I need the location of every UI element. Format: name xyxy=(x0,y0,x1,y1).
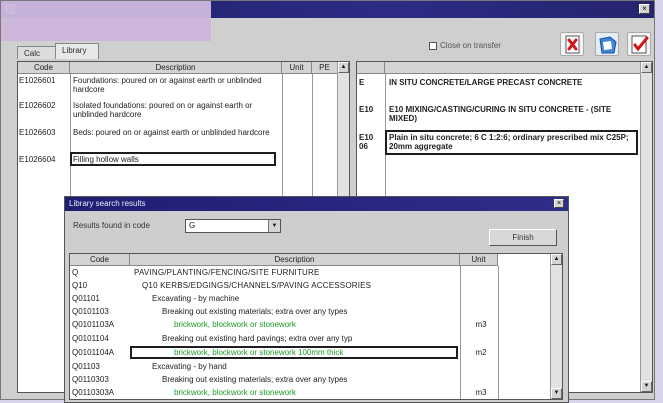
row-description: Foundations: poured on or against earth … xyxy=(73,76,262,94)
col-header-description[interactable]: Description xyxy=(130,254,460,266)
table-row[interactable]: E10 E10 MIXING/CASTING/CURING IN SITU CO… xyxy=(357,105,642,125)
table-row[interactable]: E IN SITU CONCRETE/LARGE PRECAST CONCRET… xyxy=(357,78,642,98)
col-header-unit[interactable]: Unit xyxy=(282,62,312,74)
row-description: Beds: poured on or against earth or unbl… xyxy=(73,128,270,137)
results-found-label: Results found in code xyxy=(73,221,150,230)
finish-button[interactable]: Finish xyxy=(489,229,557,246)
row-code: E1026604 xyxy=(19,155,56,164)
row-description: Breaking out existing materials; extra o… xyxy=(162,375,348,384)
row-code: Q10 xyxy=(72,281,88,290)
table-row[interactable]: E1026601 Foundations: poured on or again… xyxy=(18,76,336,96)
row-unit: m2 xyxy=(475,348,487,357)
chevron-down-icon[interactable]: ▼ xyxy=(268,220,280,232)
row-description: brickwork, blockwork or stonework xyxy=(174,320,296,329)
tab-calc[interactable]: Calc xyxy=(17,46,57,59)
scroll-up-arrow[interactable]: ▲ xyxy=(338,62,349,73)
red-check-icon xyxy=(631,35,649,54)
col-header-code[interactable]: Code xyxy=(70,254,130,266)
scroll-up-arrow[interactable]: ▲ xyxy=(641,62,652,73)
results-code-dropdown[interactable]: G ▼ xyxy=(185,219,281,233)
tab-library[interactable]: Library xyxy=(55,43,99,59)
selection-outline xyxy=(70,152,276,166)
scroll-down-arrow[interactable]: ▼ xyxy=(551,388,562,399)
row-code: Q0101104 xyxy=(72,334,109,343)
close-on-transfer-checkbox[interactable] xyxy=(429,41,437,50)
row-code: E10 06 xyxy=(359,133,374,151)
row-code: Q0101103A xyxy=(72,320,115,329)
row-code: E1026601 xyxy=(19,76,56,85)
row-code: E1026602 xyxy=(19,101,56,110)
row-code: Q0110303 xyxy=(72,375,109,384)
col-header-code[interactable]: Code xyxy=(18,62,70,74)
column-divider xyxy=(460,266,461,399)
col-header-blank xyxy=(385,62,642,74)
table-row[interactable]: E1026602 Isolated foundations: poured on… xyxy=(18,101,336,121)
scroll-down-arrow[interactable]: ▼ xyxy=(641,381,652,392)
header-decoration xyxy=(1,1,211,41)
column-divider xyxy=(498,266,499,399)
transfer-button[interactable] xyxy=(595,32,619,56)
row-description: IN SITU CONCRETE/LARGE PRECAST CONCRETE xyxy=(389,78,583,87)
row-code: Q0101103 xyxy=(72,307,109,316)
results-code-value: G xyxy=(189,221,196,230)
dialog-close-button[interactable]: × xyxy=(554,199,564,208)
row-code: Q01103 xyxy=(72,362,100,371)
table-row[interactable]: E1026603 Beds: poured on or against eart… xyxy=(18,128,336,148)
row-description: E10 MIXING/CASTING/CURING IN SITU CONCRE… xyxy=(389,105,612,123)
row-unit: m3 xyxy=(475,320,487,329)
cancel-button[interactable] xyxy=(560,32,584,56)
dialog-title: Library search results xyxy=(69,199,146,208)
row-description: Breaking out existing hard pavings; extr… xyxy=(162,334,353,343)
col-header-description[interactable]: Description xyxy=(70,62,282,74)
row-description: brickwork, blockwork or stonework xyxy=(174,388,296,397)
row-code: E xyxy=(359,78,365,87)
selection-outline xyxy=(130,346,458,359)
selection-outline xyxy=(385,130,638,155)
row-code: Q0101104A xyxy=(72,348,115,357)
red-x-icon xyxy=(565,35,580,54)
row-description: Isolated foundations: poured on or again… xyxy=(73,101,253,119)
estimate-vertical-scrollbar[interactable]: ▲ ▼ xyxy=(640,62,652,392)
row-code: Q0110303A xyxy=(72,388,115,397)
blue-document-icon xyxy=(599,36,617,54)
library-search-dialog: Library search results × Results found i… xyxy=(64,196,569,403)
row-unit: m3 xyxy=(475,388,487,397)
results-vertical-scrollbar[interactable]: ▲ ▼ xyxy=(550,254,562,399)
row-description: Q10 KERBS/EDGINGS/CHANNELS/PAVING ACCESS… xyxy=(142,281,372,290)
row-code: E1026603 xyxy=(19,128,56,137)
row-code: E10 xyxy=(359,105,374,114)
window-close-button[interactable]: × xyxy=(639,4,650,14)
row-description: PAVING/PLANTING/FENCING/SITE FURNITURE xyxy=(134,268,320,277)
search-results-table[interactable]: Code Description Unit Q PAVING/PLANTING/… xyxy=(69,253,563,400)
row-description: Excavating - by hand xyxy=(152,362,227,371)
row-description: Excavating - by machine xyxy=(152,294,240,303)
col-header-blank xyxy=(357,62,385,74)
accept-button[interactable] xyxy=(627,32,651,56)
close-on-transfer-option[interactable]: Close on transfer xyxy=(429,41,501,50)
row-code: Q01101 xyxy=(72,294,100,303)
row-description: Breaking out existing materials; extra o… xyxy=(162,307,348,316)
row-code: Q xyxy=(72,268,79,277)
col-header-unit[interactable]: Unit xyxy=(460,254,498,266)
dialog-titlebar[interactable]: Library search results × xyxy=(65,197,568,211)
close-on-transfer-label: Close on transfer xyxy=(440,41,501,50)
col-header-pe[interactable]: PE xyxy=(312,62,338,74)
scroll-up-arrow[interactable]: ▲ xyxy=(551,254,562,265)
